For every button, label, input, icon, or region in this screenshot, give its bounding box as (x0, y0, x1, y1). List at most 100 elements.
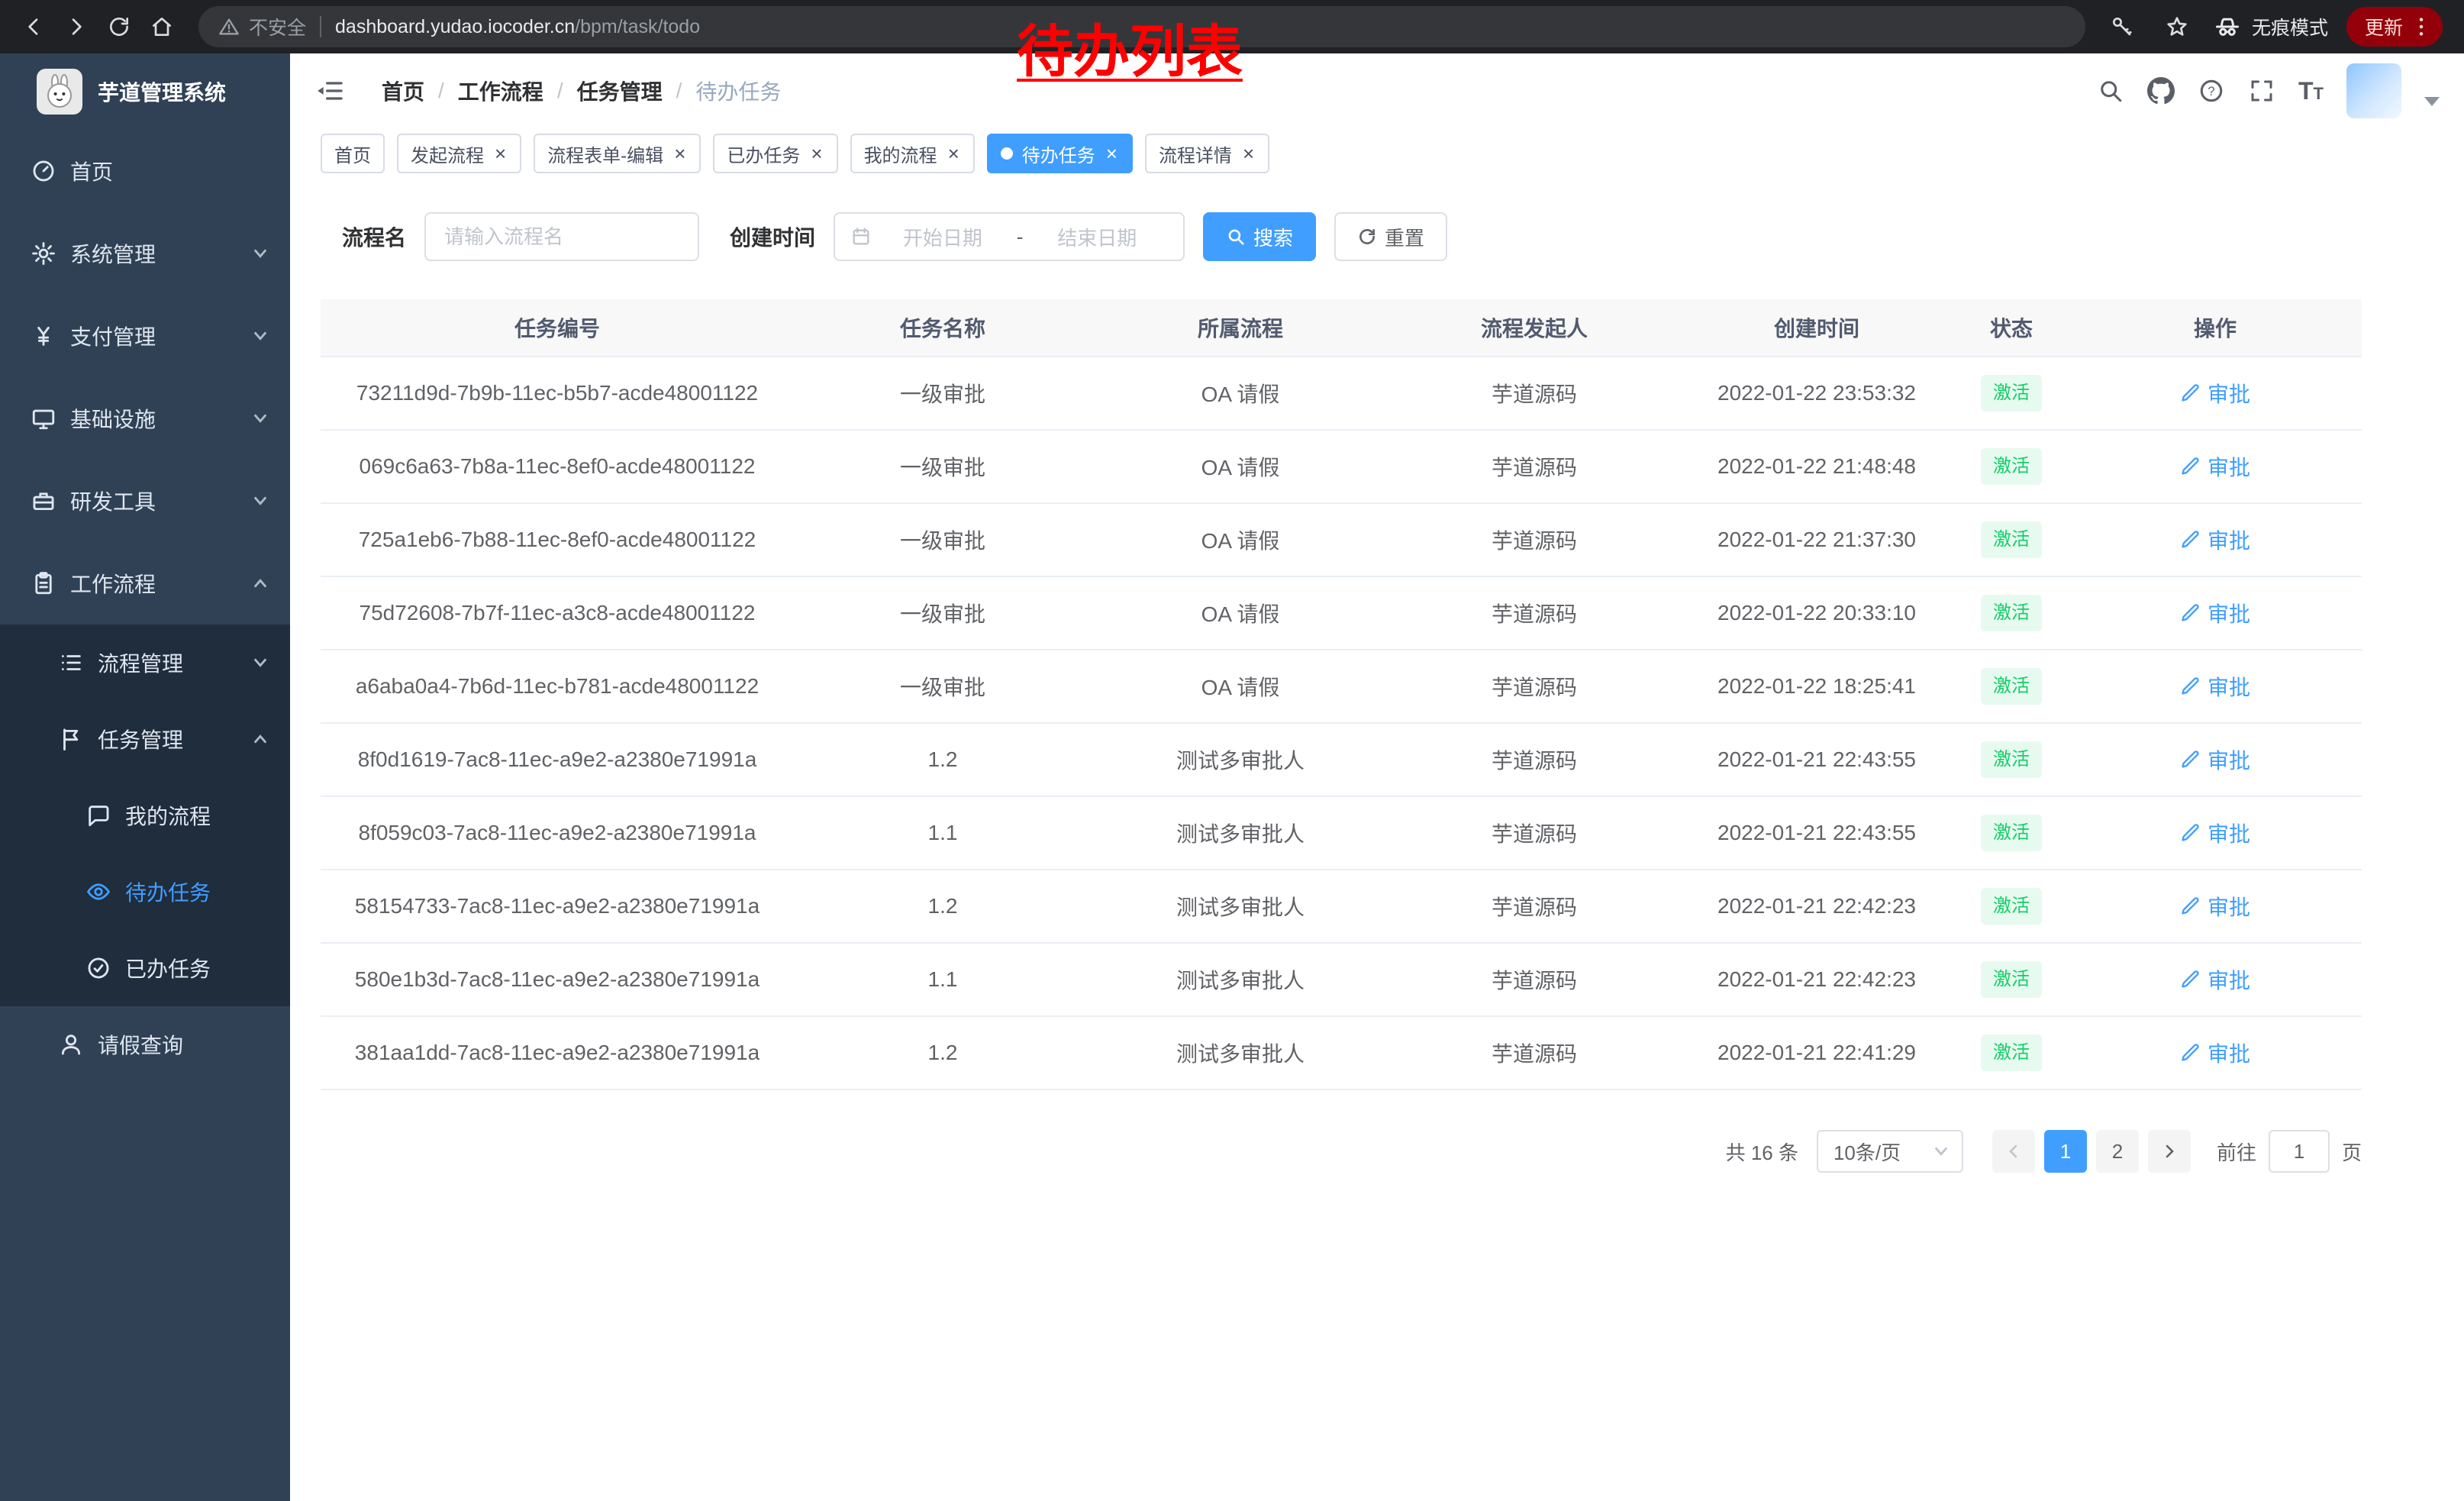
sidebar-item-infra[interactable]: 基础设施 (0, 377, 290, 460)
update-button[interactable]: 更新 (2346, 7, 2443, 47)
cell-time: 2022-01-22 20:33:10 (1679, 577, 1954, 649)
sidebar-item-payment[interactable]: 支付管理 (0, 295, 290, 377)
table-row: 580e1b3d-7ac8-11ec-a9e2-a2380e71991a1.1测… (321, 944, 2362, 1017)
refresh-icon[interactable] (101, 8, 137, 45)
sidebar-item-workflow[interactable]: 工作流程 (0, 542, 290, 625)
tab-item[interactable]: 已办任务× (713, 134, 837, 173)
approve-link[interactable]: 审批 (2180, 891, 2250, 922)
key-icon[interactable] (2104, 8, 2140, 45)
edit-pen-icon (2180, 749, 2201, 770)
table-row: 73211d9d-7b9b-11ec-b5b7-acde48001122一级审批… (321, 357, 2362, 431)
approve-link[interactable]: 审批 (2180, 598, 2250, 628)
cell-time: 2022-01-22 21:37:30 (1679, 504, 1954, 576)
cell-process: OA 请假 (1092, 650, 1389, 722)
approve-link[interactable]: 审批 (2180, 451, 2250, 482)
sidebar-collapse-icon[interactable] (314, 76, 345, 106)
sidebar-item-label: 支付管理 (70, 321, 156, 351)
github-icon[interactable] (2147, 77, 2175, 105)
sidebar-item-home[interactable]: 首页 (0, 130, 290, 212)
bookmark-star-icon[interactable] (2159, 8, 2195, 45)
approve-link[interactable]: 审批 (2180, 964, 2250, 995)
font-size-icon[interactable]: TT (2298, 79, 2324, 103)
approve-link[interactable]: 审批 (2180, 671, 2250, 702)
approve-link[interactable]: 审批 (2180, 818, 2250, 848)
tab-item[interactable]: 待办任务× (987, 134, 1133, 173)
approve-link[interactable]: 审批 (2180, 1038, 2250, 1068)
home-icon[interactable] (144, 8, 180, 45)
url-host[interactable]: dashboard.yudao.iocoder.cn (335, 16, 575, 38)
security-label[interactable]: 不安全 (249, 13, 306, 40)
breadcrumb-item[interactable]: 首页 (382, 76, 424, 106)
process-name-input[interactable] (424, 212, 699, 261)
approve-link[interactable]: 审批 (2180, 744, 2250, 775)
tab-item[interactable]: 我的流程 × (850, 134, 975, 173)
date-range-picker[interactable]: 开始日期 - 结束日期 (834, 212, 1185, 261)
forward-icon[interactable] (58, 8, 95, 45)
avatar[interactable] (2346, 63, 2401, 118)
menu-dots-icon[interactable] (2409, 15, 2433, 39)
reset-button[interactable]: 重置 (1334, 212, 1447, 261)
cell-name: 一级审批 (794, 650, 1092, 722)
avatar-caret-icon[interactable] (2424, 97, 2440, 106)
breadcrumb-item[interactable]: 工作流程 (458, 76, 543, 106)
warning-icon (218, 16, 240, 37)
page-size-select[interactable]: 10条/页 (1817, 1130, 1963, 1173)
tab-label: 发起流程 (411, 140, 484, 167)
sidebar-item-process-mgmt[interactable]: 流程管理 (0, 625, 290, 701)
dashboard-icon (31, 158, 56, 184)
sidebar-item-label: 任务管理 (98, 724, 183, 754)
sidebar-item-devtools[interactable]: 研发工具 (0, 460, 290, 542)
tab-item[interactable]: 首页 (321, 134, 385, 173)
page-number-button[interactable]: 1 (2044, 1130, 2087, 1173)
table-body: 73211d9d-7b9b-11ec-b5b7-acde48001122一级审批… (321, 357, 2362, 1090)
calendar-icon (850, 226, 872, 247)
tab-item[interactable]: 流程表单-编辑× (534, 134, 701, 173)
back-icon[interactable] (15, 8, 52, 45)
next-page-button[interactable] (2148, 1130, 2191, 1173)
breadcrumb-item[interactable]: 任务管理 (577, 76, 663, 106)
table-row: 8f0d1619-7ac8-11ec-a9e2-a2380e71991a1.2测… (321, 724, 2362, 797)
goto-page-input[interactable] (2269, 1130, 2330, 1173)
url-path[interactable]: /bpm/task/todo (575, 16, 700, 38)
eye-icon (85, 879, 111, 905)
tab-close-icon[interactable]: × (809, 144, 824, 163)
tab-close-icon[interactable]: × (493, 144, 508, 163)
table-row: 381aa1dd-7ac8-11ec-a9e2-a2380e71991a1.2测… (321, 1017, 2362, 1090)
tab-close-icon[interactable]: × (1241, 144, 1256, 163)
approve-label: 审批 (2208, 1038, 2250, 1068)
fullscreen-icon[interactable] (2248, 77, 2275, 105)
cell-id: a6aba0a4-7b6d-11ec-b781-acde48001122 (321, 650, 794, 722)
tab-item[interactable]: 流程详情× (1145, 134, 1269, 173)
tab-close-icon[interactable]: × (1105, 144, 1119, 163)
page-number-button[interactable]: 2 (2096, 1130, 2139, 1173)
cell-action: 审批 (2069, 724, 2362, 796)
approve-link[interactable]: 审批 (2180, 525, 2250, 555)
cell-process: 测试多审批人 (1092, 724, 1389, 796)
prev-page-button[interactable] (1992, 1130, 2035, 1173)
sidebar-item-task-mgmt[interactable]: 任务管理 (0, 701, 290, 777)
incognito-icon (2214, 13, 2241, 40)
tab-close-icon[interactable]: × (947, 144, 961, 163)
tab-label: 我的流程 (864, 140, 937, 167)
search-button[interactable]: 搜索 (1203, 212, 1316, 261)
search-icon[interactable] (2097, 77, 2124, 105)
tab-item[interactable]: 发起流程 × (397, 134, 521, 173)
table-row: a6aba0a4-7b6d-11ec-b781-acde48001122一级审批… (321, 650, 2362, 724)
cell-name: 1.1 (794, 797, 1092, 869)
approve-link[interactable]: 审批 (2180, 378, 2250, 408)
app-logo[interactable]: 芋道管理系统 (0, 53, 290, 130)
end-date-placeholder: 结束日期 (1026, 223, 1168, 251)
tab-close-icon[interactable]: × (672, 144, 687, 163)
cell-id: 75d72608-7b7f-11ec-a3c8-acde48001122 (321, 577, 794, 649)
help-icon[interactable]: ? (2198, 77, 2225, 105)
sidebar-item-done-tasks[interactable]: 已办任务 (0, 930, 290, 1006)
sidebar-item-leave-query[interactable]: 请假查询 (0, 1006, 290, 1083)
cell-status: 激活 (1954, 357, 2069, 429)
edit-pen-icon (2180, 822, 2201, 844)
table-header: 任务编号任务名称所属流程流程发起人创建时间状态操作 (321, 299, 2362, 357)
sidebar-item-my-process[interactable]: 我的流程 (0, 777, 290, 854)
sidebar-item-system[interactable]: 系统管理 (0, 212, 290, 295)
sidebar-item-todo-tasks[interactable]: 待办任务 (0, 854, 290, 930)
sidebar-item-label: 研发工具 (70, 486, 156, 516)
cell-process: OA 请假 (1092, 431, 1389, 502)
